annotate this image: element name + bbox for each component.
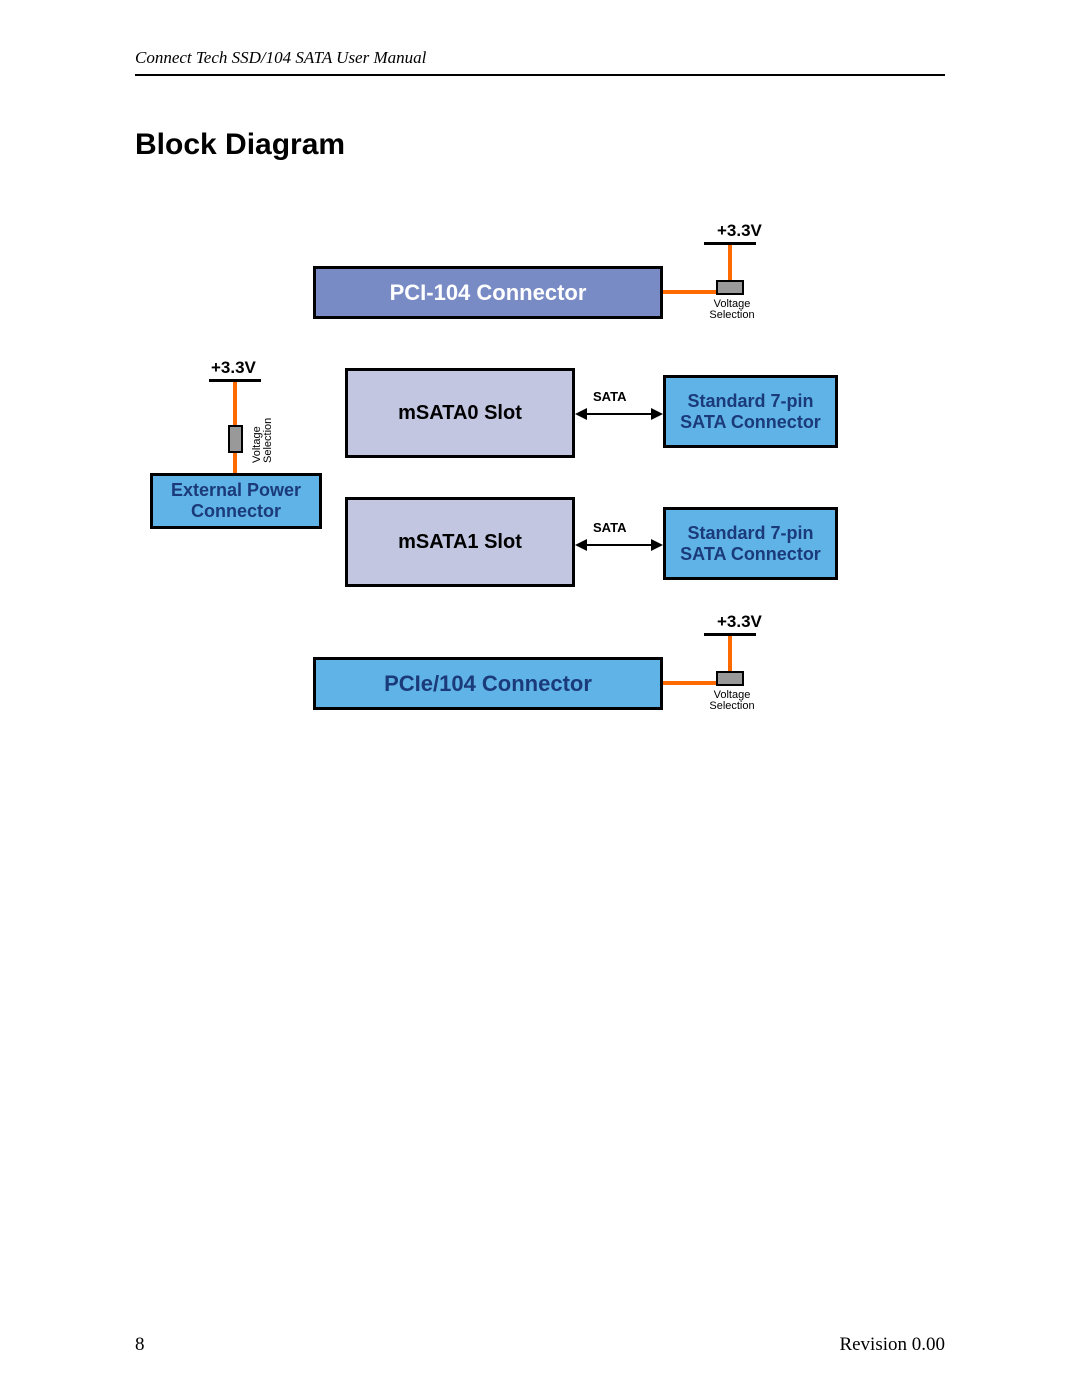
block-pci104-connector: PCI-104 Connector	[313, 266, 663, 319]
tbar-left	[209, 379, 261, 382]
voltage-label-left: +3.3V	[211, 358, 256, 378]
sata-link-label-1: SATA	[593, 520, 626, 535]
block-sata-connector-0: Standard 7-pin SATA Connector	[663, 375, 838, 448]
page-footer: 8 Revision 0.00	[135, 1334, 945, 1356]
block-msata1-slot: mSATA1 Slot	[345, 497, 575, 587]
voltage-selection-label-top-right: Voltage Selection	[707, 299, 757, 321]
revision-label: Revision 0.00	[839, 1334, 945, 1356]
block-sata-connector-1: Standard 7-pin SATA Connector	[663, 507, 838, 580]
sata-link-arrowhead-left-0	[575, 408, 587, 420]
wire-voltage-vertical-top	[728, 243, 732, 280]
sata-link-arrowhead-right-0	[651, 408, 663, 420]
block-msata0-slot: mSATA0 Slot	[345, 368, 575, 458]
jumper-left	[228, 425, 243, 453]
sata-link-line-1	[587, 544, 651, 546]
page: Connect Tech SSD/104 SATA User Manual Bl…	[0, 0, 1080, 1397]
section-title: Block Diagram	[135, 128, 345, 162]
tbar-top-right	[704, 242, 756, 245]
header-title: Connect Tech SSD/104 SATA User Manual	[135, 48, 945, 68]
tbar-bottom-right	[704, 633, 756, 636]
block-pcie104-connector: PCIe/104 Connector	[313, 657, 663, 710]
sata-link-label-0: SATA	[593, 389, 626, 404]
voltage-selection-label-bottom-right: Voltage Selection	[707, 690, 757, 712]
voltage-label-top-right: +3.3V	[717, 221, 762, 241]
page-number: 8	[135, 1334, 145, 1356]
sata-link-line-0	[587, 413, 651, 415]
block-diagram: PCI-104 Connector +3.3V Voltage Selectio…	[135, 225, 945, 745]
sata-link-arrowhead-left-1	[575, 539, 587, 551]
jumper-bottom-right	[716, 671, 744, 686]
sata-link-arrowhead-right-1	[651, 539, 663, 551]
wire-voltage-vertical-bottom	[728, 634, 732, 671]
header-rule	[135, 74, 945, 76]
voltage-label-bottom-right: +3.3V	[717, 612, 762, 632]
jumper-top-right	[716, 280, 744, 295]
page-header: Connect Tech SSD/104 SATA User Manual	[135, 48, 945, 76]
voltage-selection-label-left: VoltageSelection	[252, 418, 274, 463]
block-external-power-connector: External Power Connector	[150, 473, 322, 529]
